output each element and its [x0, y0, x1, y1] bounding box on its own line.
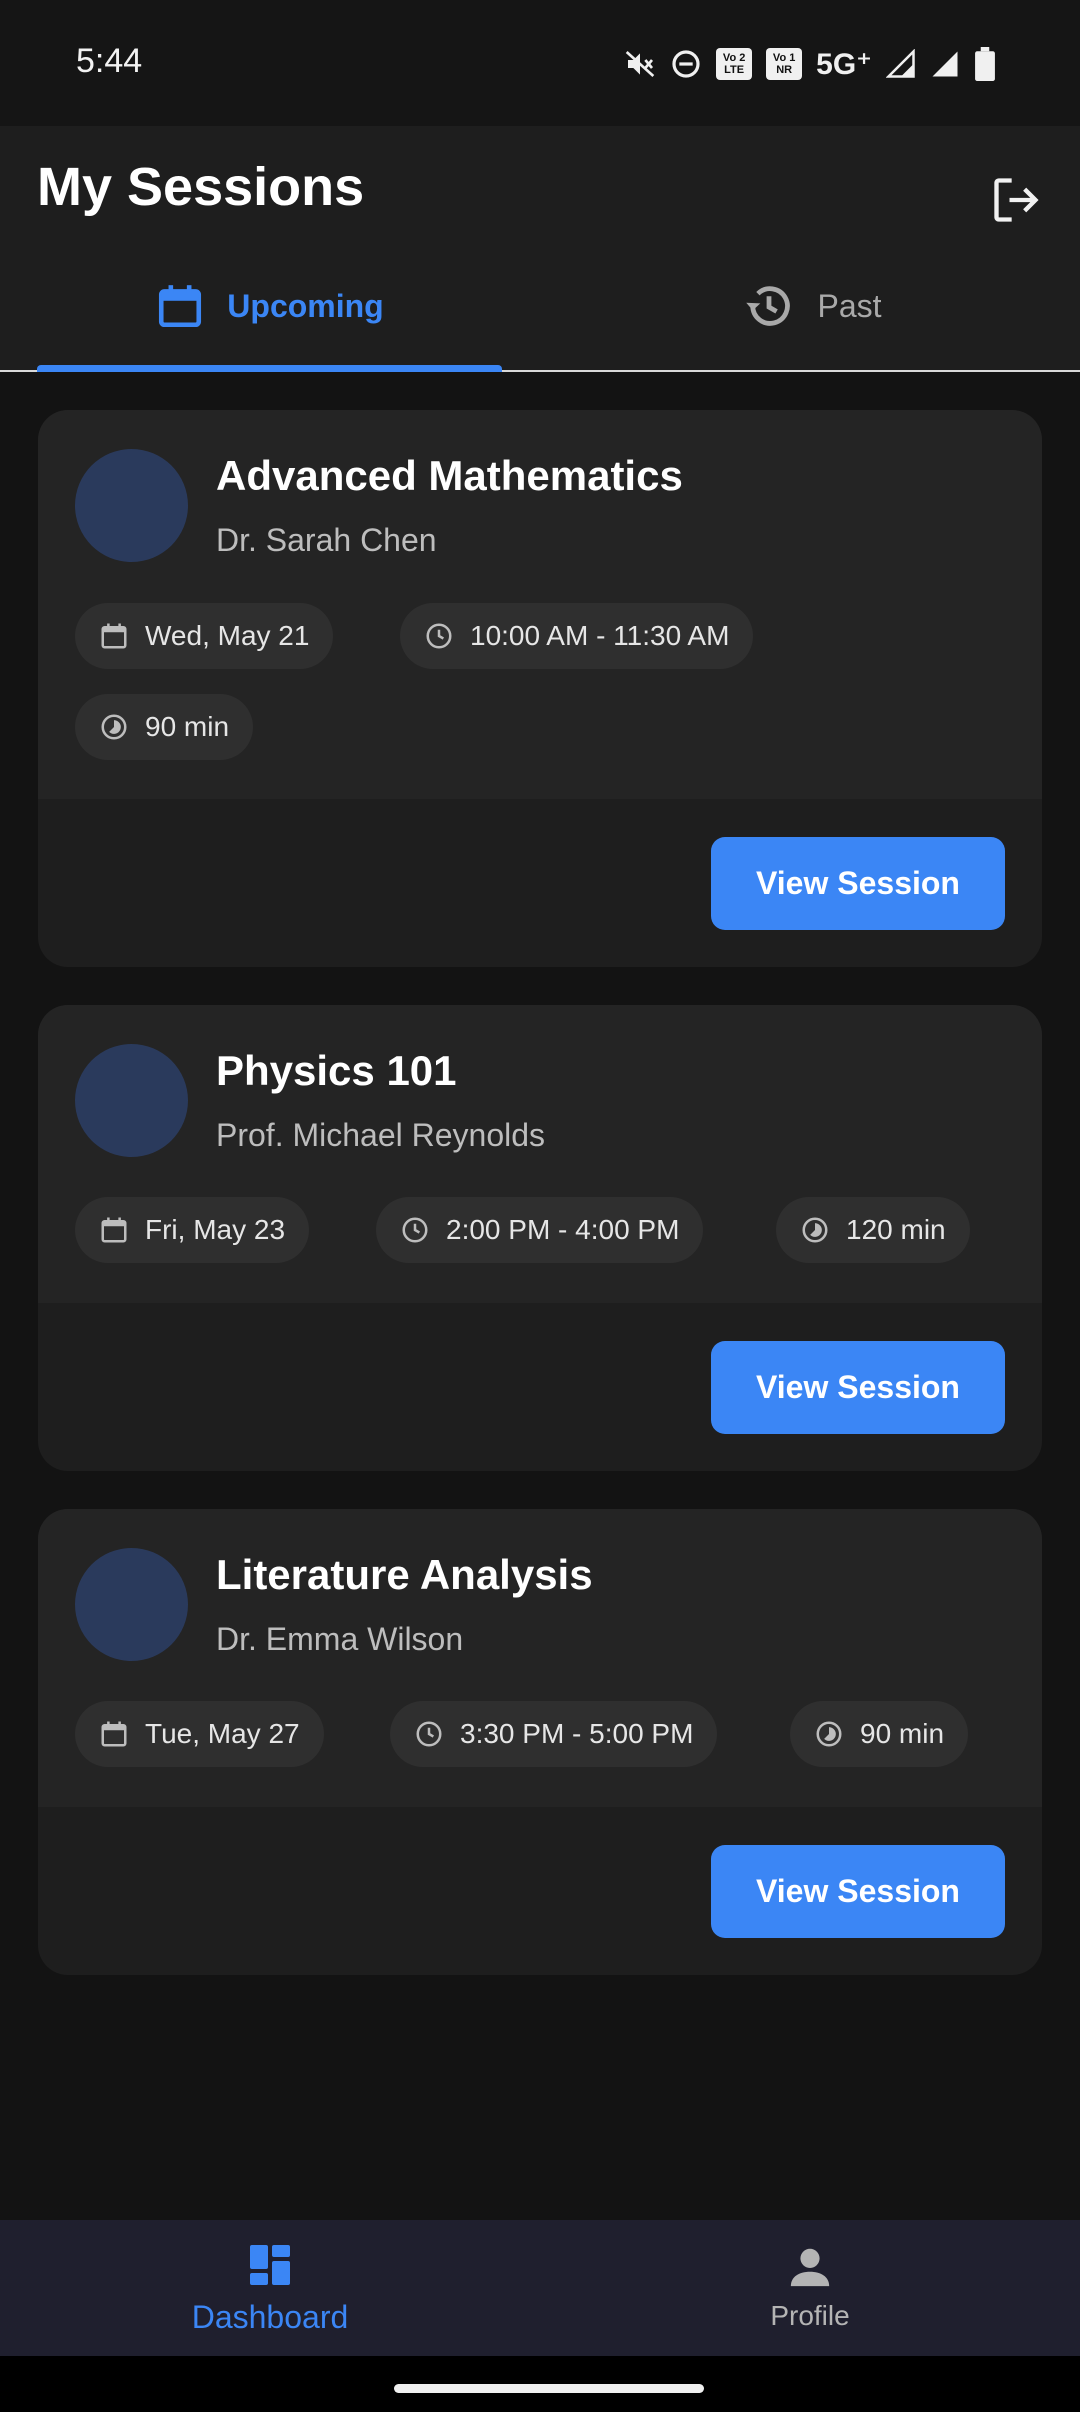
calendar-icon	[101, 1217, 127, 1243]
person-icon	[790, 2248, 830, 2287]
gesture-bar	[0, 2356, 1080, 2412]
tab-bar: Upcoming Past	[0, 242, 1080, 372]
calendar-icon	[159, 285, 202, 328]
session-card: Literature Analysis Dr. Emma Wilson Tue,…	[38, 1509, 1042, 1975]
history-icon	[746, 286, 791, 326]
signal-icon-2	[930, 45, 960, 83]
session-date: Fri, May 23	[145, 1214, 286, 1245]
session-duration: 120 min	[846, 1214, 946, 1245]
session-card-actions: View Session	[38, 799, 1042, 967]
session-date: Tue, May 27	[145, 1718, 300, 1749]
session-instructor: Prof. Michael Reynolds	[216, 1117, 546, 1153]
view-session-button[interactable]: View Session	[711, 1341, 1005, 1434]
network-type: 5G⁺	[816, 47, 872, 81]
bottom-navigation: Dashboard Profile	[0, 2220, 1080, 2356]
view-session-button[interactable]: View Session	[711, 1845, 1005, 1938]
date-chip: Wed, May 21	[75, 603, 334, 669]
session-duration: 90 min	[145, 711, 230, 742]
tab-upcoming-label: Upcoming	[227, 287, 384, 324]
timelapse-icon	[816, 1721, 842, 1747]
avatar	[75, 1548, 188, 1661]
time-chip: 10:00 AM - 11:30 AM	[400, 603, 754, 669]
avatar	[75, 449, 188, 562]
logout-icon	[994, 178, 1039, 222]
mute-icon	[624, 45, 656, 83]
nav-profile[interactable]: Profile	[540, 2220, 1080, 2356]
session-title: Literature Analysis	[216, 1551, 593, 1598]
session-card: Physics 101 Prof. Michael Reynolds Fri, …	[38, 1005, 1042, 1471]
status-time: 5:44	[76, 42, 143, 80]
dnd-icon	[670, 45, 702, 83]
time-chip: 3:30 PM - 5:00 PM	[390, 1701, 718, 1767]
date-chip: Fri, May 23	[75, 1197, 310, 1263]
volte-lte-top: Vo 2	[722, 52, 746, 64]
session-card: Advanced Mathematics Dr. Sarah Chen Wed,…	[38, 410, 1042, 967]
date-chip: Tue, May 27	[75, 1701, 324, 1767]
status-bar: 5:44 Vo 2 LTE Vo 1 NR 5G⁺	[0, 0, 1080, 126]
clock-icon	[426, 623, 452, 649]
battery-icon	[974, 45, 996, 83]
view-session-button[interactable]: View Session	[711, 837, 1005, 930]
clock-icon	[416, 1721, 442, 1747]
duration-chip: 90 min	[75, 694, 254, 760]
logout-button[interactable]	[980, 164, 1052, 236]
status-icons: Vo 2 LTE Vo 1 NR 5G⁺	[624, 44, 996, 84]
app-bar: My Sessions Upcoming Past	[0, 126, 1080, 372]
session-title: Physics 101	[216, 1047, 457, 1094]
session-card-actions: View Session	[38, 1807, 1042, 1975]
timelapse-icon	[101, 714, 127, 740]
session-time: 2:00 PM - 4:00 PM	[446, 1214, 680, 1245]
volte-nr-bottom: NR	[776, 64, 793, 76]
duration-chip: 120 min	[776, 1197, 970, 1263]
timelapse-icon	[802, 1217, 828, 1243]
dashboard-icon	[250, 2244, 290, 2285]
home-indicator[interactable]	[394, 2384, 704, 2393]
volte-lte-bottom: LTE	[724, 64, 745, 76]
nav-dashboard-label: Dashboard	[191, 2298, 349, 2335]
nav-profile-label: Profile	[770, 2300, 850, 2331]
session-instructor: Dr. Sarah Chen	[216, 522, 437, 558]
session-time: 3:30 PM - 5:00 PM	[460, 1718, 694, 1749]
session-card-content: Advanced Mathematics Dr. Sarah Chen Wed,…	[38, 410, 1042, 799]
tab-upcoming[interactable]: Upcoming	[37, 242, 502, 370]
session-date: Wed, May 21	[145, 620, 310, 651]
session-title: Advanced Mathematics	[216, 452, 683, 499]
duration-chip: 90 min	[790, 1701, 969, 1767]
session-time: 10:00 AM - 11:30 AM	[470, 620, 730, 651]
page-title: My Sessions	[37, 157, 365, 217]
avatar	[75, 1044, 188, 1157]
session-duration: 90 min	[860, 1718, 945, 1749]
tab-indicator	[37, 365, 502, 372]
session-card-actions: View Session	[38, 1303, 1042, 1471]
clock-icon	[402, 1217, 428, 1243]
volte-nr-icon: Vo 1 NR	[766, 48, 803, 80]
calendar-icon	[101, 623, 127, 649]
volte-nr-top: Vo 1	[772, 52, 796, 64]
session-card-content: Literature Analysis Dr. Emma Wilson Tue,…	[38, 1509, 1042, 1807]
tab-past-label: Past	[817, 287, 882, 324]
session-card-content: Physics 101 Prof. Michael Reynolds Fri, …	[38, 1005, 1042, 1303]
signal-icon-1	[886, 45, 916, 83]
tab-past[interactable]: Past	[580, 242, 1045, 370]
time-chip: 2:00 PM - 4:00 PM	[376, 1197, 704, 1263]
calendar-icon	[101, 1721, 127, 1747]
nav-dashboard[interactable]: Dashboard	[0, 2220, 540, 2356]
volte-lte-icon: Vo 2 LTE	[716, 48, 753, 80]
session-instructor: Dr. Emma Wilson	[216, 1621, 464, 1657]
